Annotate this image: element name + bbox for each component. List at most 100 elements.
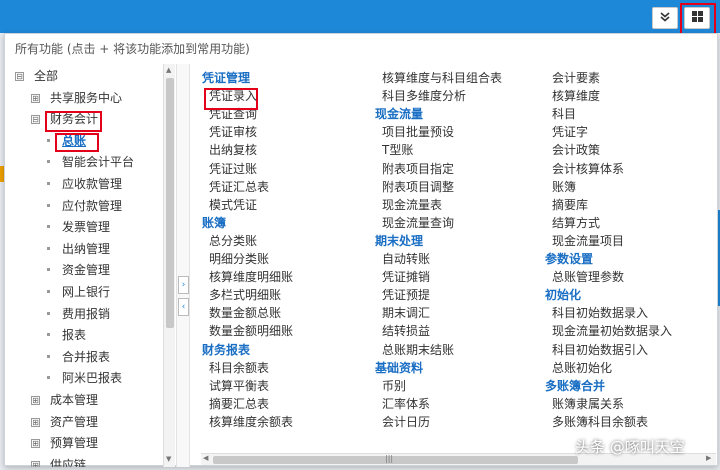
function-link[interactable]: 明细分类账 <box>209 250 269 267</box>
tree-item[interactable]: ⊞ 成本管理 <box>31 390 98 410</box>
tree-toggle-icon[interactable]: ⊟ <box>15 72 24 81</box>
function-link[interactable]: 科目初始数据引入 <box>552 341 648 358</box>
function-link[interactable]: 科目余额表 <box>209 359 269 376</box>
tree-item[interactable]: ⊞ 资产管理 <box>31 412 98 432</box>
tree-item-label: 智能会计平台 <box>62 155 135 170</box>
scroll-down-icon[interactable]: ▼ <box>166 455 171 463</box>
tree-item[interactable]: 出纳管理 <box>47 239 110 259</box>
scroll-right-icon[interactable]: ▶ <box>706 454 711 462</box>
tree-toggle-icon[interactable]: ⊞ <box>31 417 40 427</box>
scroll-up-icon[interactable]: ▲ <box>166 66 171 74</box>
function-link[interactable]: 会计要素 <box>552 69 600 86</box>
function-link[interactable]: 科目多维度分析 <box>382 87 466 104</box>
scroll-grip-icon: ||| <box>385 454 394 463</box>
tree-item-label: 合并报表 <box>62 349 111 364</box>
tree-toggle-icon[interactable]: ⊞ <box>31 396 40 405</box>
tree-item[interactable]: ⊞ 供应链 <box>31 455 86 467</box>
tree-item[interactable]: ⊞ 预算管理 <box>31 433 98 453</box>
tree-item-label: 共享服务中心 <box>50 90 123 105</box>
function-link[interactable]: 凭证字 <box>552 123 588 140</box>
function-link[interactable]: 项目批量预设 <box>382 123 454 140</box>
tree-item-label: 应付款管理 <box>62 198 123 213</box>
function-link[interactable]: 账簿 <box>552 178 576 195</box>
tree-item-label: 成本管理 <box>50 393 99 407</box>
tree-toggle-icon[interactable]: ⊟ <box>31 115 40 125</box>
function-link[interactable]: 凭证审核 <box>209 123 257 140</box>
function-link[interactable]: 核算维度明细账 <box>209 268 293 285</box>
function-link[interactable]: 结算方式 <box>552 214 600 231</box>
function-link[interactable]: 凭证过账 <box>209 160 257 177</box>
tree-item[interactable]: 报表 <box>47 325 86 345</box>
tree-item[interactable]: 发票管理 <box>47 217 110 237</box>
function-link[interactable]: 期末调汇 <box>382 304 430 321</box>
tree-toggle-icon[interactable]: ⊞ <box>31 93 40 103</box>
function-link[interactable]: 总账管理参数 <box>552 268 624 285</box>
function-link[interactable]: 总分类账 <box>209 232 257 249</box>
function-link[interactable]: 附表项目指定 <box>382 160 454 177</box>
tree-item[interactable]: 合并报表 <box>47 347 110 367</box>
collapse-menu-button[interactable] <box>652 7 678 29</box>
function-link[interactable]: 试算平衡表 <box>209 377 269 394</box>
function-link[interactable]: 凭证摊销 <box>382 268 430 285</box>
function-link[interactable]: 结转损益 <box>382 322 430 339</box>
function-link[interactable]: 摘要汇总表 <box>209 395 269 412</box>
function-link[interactable]: 核算维度 <box>552 87 600 104</box>
watermark-text: 头条 @啄叫天空 <box>575 438 685 456</box>
function-link[interactable]: 附表项目调整 <box>382 178 454 195</box>
tree-item[interactable]: 费用报销 <box>47 304 110 324</box>
function-link[interactable]: 科目 <box>552 105 576 122</box>
function-group-heading: 账簿 <box>202 215 227 230</box>
bullet-icon <box>47 225 50 229</box>
tree-toggle-icon[interactable]: ⊞ <box>31 460 40 467</box>
tree-item[interactable]: 资金管理 <box>47 260 110 280</box>
tree-item[interactable]: ⊟ 全部 <box>15 66 58 86</box>
function-link[interactable]: 会计日历 <box>382 413 430 430</box>
function-link[interactable]: 科目初始数据录入 <box>552 304 648 321</box>
tree-scrollbar[interactable]: ▲ ▼ <box>163 64 175 467</box>
tree-item[interactable]: 阿米巴报表 <box>47 368 122 388</box>
bullet-icon <box>47 160 50 164</box>
function-link[interactable]: 汇率体系 <box>382 395 430 412</box>
expand-right-icon[interactable]: › <box>178 276 189 294</box>
function-group-heading: 期末处理 <box>375 233 424 248</box>
function-link[interactable]: 多账簿科目余额表 <box>552 413 648 430</box>
tree-item[interactable]: ⊞ 共享服务中心 <box>31 88 122 108</box>
tree-item[interactable]: 应收款管理 <box>47 174 122 194</box>
function-link[interactable]: 现金流量查询 <box>382 214 454 231</box>
function-link[interactable]: 现金流量表 <box>382 196 442 213</box>
collapse-left-icon[interactable]: ‹ <box>178 298 189 316</box>
function-link[interactable]: 自动转账 <box>382 250 430 267</box>
tree-scroll-thumb[interactable] <box>166 78 174 328</box>
function-link[interactable]: 多栏式明细账 <box>209 286 281 303</box>
tree-item[interactable]: 网上银行 <box>47 282 110 302</box>
function-link[interactable]: 现金流量项目 <box>552 232 624 249</box>
tree-item-label: 报表 <box>62 328 87 343</box>
function-link[interactable]: 总账期末结账 <box>382 341 454 358</box>
tree-toggle-icon[interactable]: ⊞ <box>31 439 40 449</box>
function-link[interactable]: T型账 <box>382 141 413 158</box>
tree-item-label: 应收款管理 <box>62 177 123 191</box>
panel-splitter[interactable]: › ‹ <box>176 64 190 467</box>
tree-item[interactable]: 应付款管理 <box>47 196 122 216</box>
function-link[interactable]: 数量金额明细账 <box>209 322 293 339</box>
function-link[interactable]: 现金流量初始数据录入 <box>552 322 672 339</box>
bullet-icon <box>47 311 50 315</box>
tree-item-label: 全部 <box>34 69 59 83</box>
function-link[interactable]: 数量金额总账 <box>209 304 281 321</box>
function-link[interactable]: 总账初始化 <box>552 359 612 376</box>
function-link[interactable]: 账簿隶属关系 <box>552 395 624 412</box>
scroll-left-icon[interactable]: ◀ <box>203 454 208 462</box>
function-link[interactable]: 出纳复核 <box>209 141 257 158</box>
function-link[interactable]: 核算维度余额表 <box>209 413 293 430</box>
function-link[interactable]: 币别 <box>382 377 406 394</box>
function-link[interactable]: 模式凭证 <box>209 196 257 213</box>
tree-item-label: 资金管理 <box>62 263 111 278</box>
function-link[interactable]: 会计政策 <box>552 141 600 158</box>
function-link[interactable]: 摘要库 <box>552 196 588 213</box>
function-link[interactable]: 核算维度与科目组合表 <box>382 69 502 86</box>
function-link[interactable]: 会计核算体系 <box>552 160 624 177</box>
content-scroll-thumb[interactable] <box>213 456 578 464</box>
function-link[interactable]: 凭证汇总表 <box>209 178 269 195</box>
function-link[interactable]: 凭证预提 <box>382 286 430 303</box>
tree-item[interactable]: 智能会计平台 <box>47 152 134 172</box>
